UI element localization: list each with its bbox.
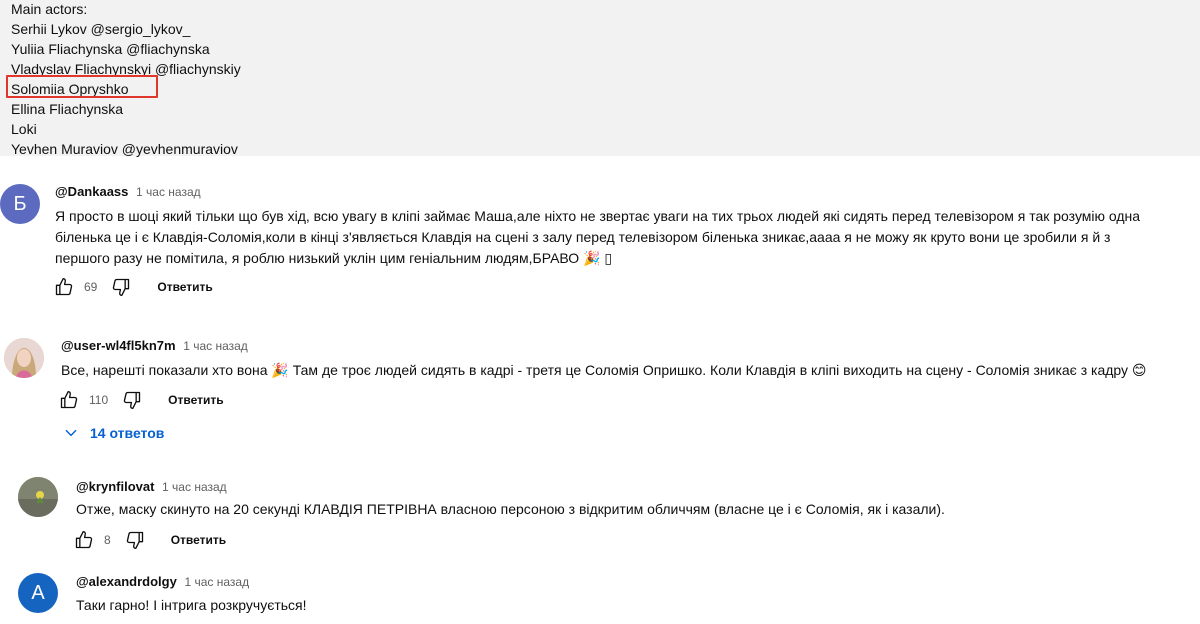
comment-text: Все, нарешті показали хто вона 🎉 Там де …: [61, 362, 1147, 378]
reply-button[interactable]: Ответить: [171, 533, 226, 547]
thumbs-up-icon[interactable]: [52, 275, 76, 299]
reply-comment: A @alexandrdolgy 1 час назад Таки гарно!…: [0, 565, 1200, 624]
comment: @user-wl4fl5kn7m 1 час назад Все, нарешт…: [0, 330, 1200, 455]
avatar[interactable]: [4, 338, 44, 378]
comment-text: Таки гарно! І інтрига розкручується!: [76, 597, 307, 613]
thumbs-up-icon[interactable]: [57, 388, 81, 412]
reply-button[interactable]: Ответить: [157, 280, 212, 294]
thumbs-down-icon[interactable]: [109, 275, 133, 299]
highlight-box: [6, 75, 158, 98]
like-count: 8: [104, 533, 111, 547]
comment-header: @krynfilovat 1 час назад: [76, 478, 227, 496]
comment-time[interactable]: 1 час назад: [184, 575, 249, 589]
like-count: 110: [89, 393, 109, 407]
reply-button[interactable]: Ответить: [168, 393, 223, 407]
comment-text-line: Я просто в шоці який тільки що був хід, …: [55, 208, 1141, 224]
reply-comment: @krynfilovat 1 час назад Отже, маску ски…: [0, 470, 1200, 565]
avatar-letter: A: [31, 581, 45, 604]
comment-header: @user-wl4fl5kn7m 1 час назад: [61, 337, 248, 355]
comment-actions: 110 Ответить: [57, 388, 224, 412]
comment: Б @Dankaass 1 час назад Я просто в шоці …: [0, 156, 1200, 306]
comment-text: Я просто в шоці який тільки що був хід, …: [55, 206, 1185, 269]
comment-actions: 8 Ответить: [72, 528, 226, 552]
show-replies-button[interactable]: 14 ответов: [64, 425, 164, 441]
avatar[interactable]: [18, 477, 58, 517]
comment-author[interactable]: @krynfilovat: [76, 479, 154, 494]
actor-line: Serhii Lykov @sergio_lykov_: [11, 21, 191, 37]
actor-line: Ellina Fliachynska: [11, 101, 124, 117]
thumbs-up-icon[interactable]: [72, 528, 96, 552]
thumbs-down-icon[interactable]: [120, 388, 144, 412]
comment-author[interactable]: @user-wl4fl5kn7m: [61, 338, 176, 353]
comment-time[interactable]: 1 час назад: [136, 185, 201, 199]
comment-text: Отже, маску скинуто на 20 секунді КЛАВДІ…: [76, 501, 945, 517]
avatar-photo: [4, 338, 44, 378]
avatar[interactable]: A: [18, 573, 58, 613]
actor-line: Yuliia Fliachynska @fliachynska: [11, 41, 210, 57]
avatar[interactable]: Б: [0, 184, 40, 224]
like-count: 69: [84, 280, 98, 294]
description-heading: Main actors:: [11, 1, 88, 17]
replies-count: 14 ответов: [90, 425, 165, 441]
avatar-letter: Б: [13, 192, 27, 215]
thumbs-down-icon[interactable]: [123, 528, 147, 552]
comment-author[interactable]: @alexandrdolgy: [76, 574, 177, 589]
comment-header: @alexandrdolgy 1 час назад: [76, 573, 249, 591]
chevron-down-icon: [64, 426, 78, 440]
comment-actions: 69 Ответить: [52, 275, 213, 299]
comment-header: @Dankaass 1 час назад: [55, 183, 201, 201]
avatar-photo: [18, 477, 58, 517]
comment-text-line: першого разу не помітила, я роблю низьки…: [55, 250, 613, 266]
comment-time[interactable]: 1 час назад: [162, 480, 227, 494]
video-description: Main actors: Serhii Lykov @sergio_lykov_…: [0, 0, 1200, 157]
actor-line: Loki: [11, 121, 37, 137]
comment-author[interactable]: @Dankaass: [55, 184, 128, 199]
comment-time[interactable]: 1 час назад: [183, 339, 248, 353]
comment-text-line: біленька це і є Клавдія-Соломія,коли в к…: [55, 229, 1111, 245]
